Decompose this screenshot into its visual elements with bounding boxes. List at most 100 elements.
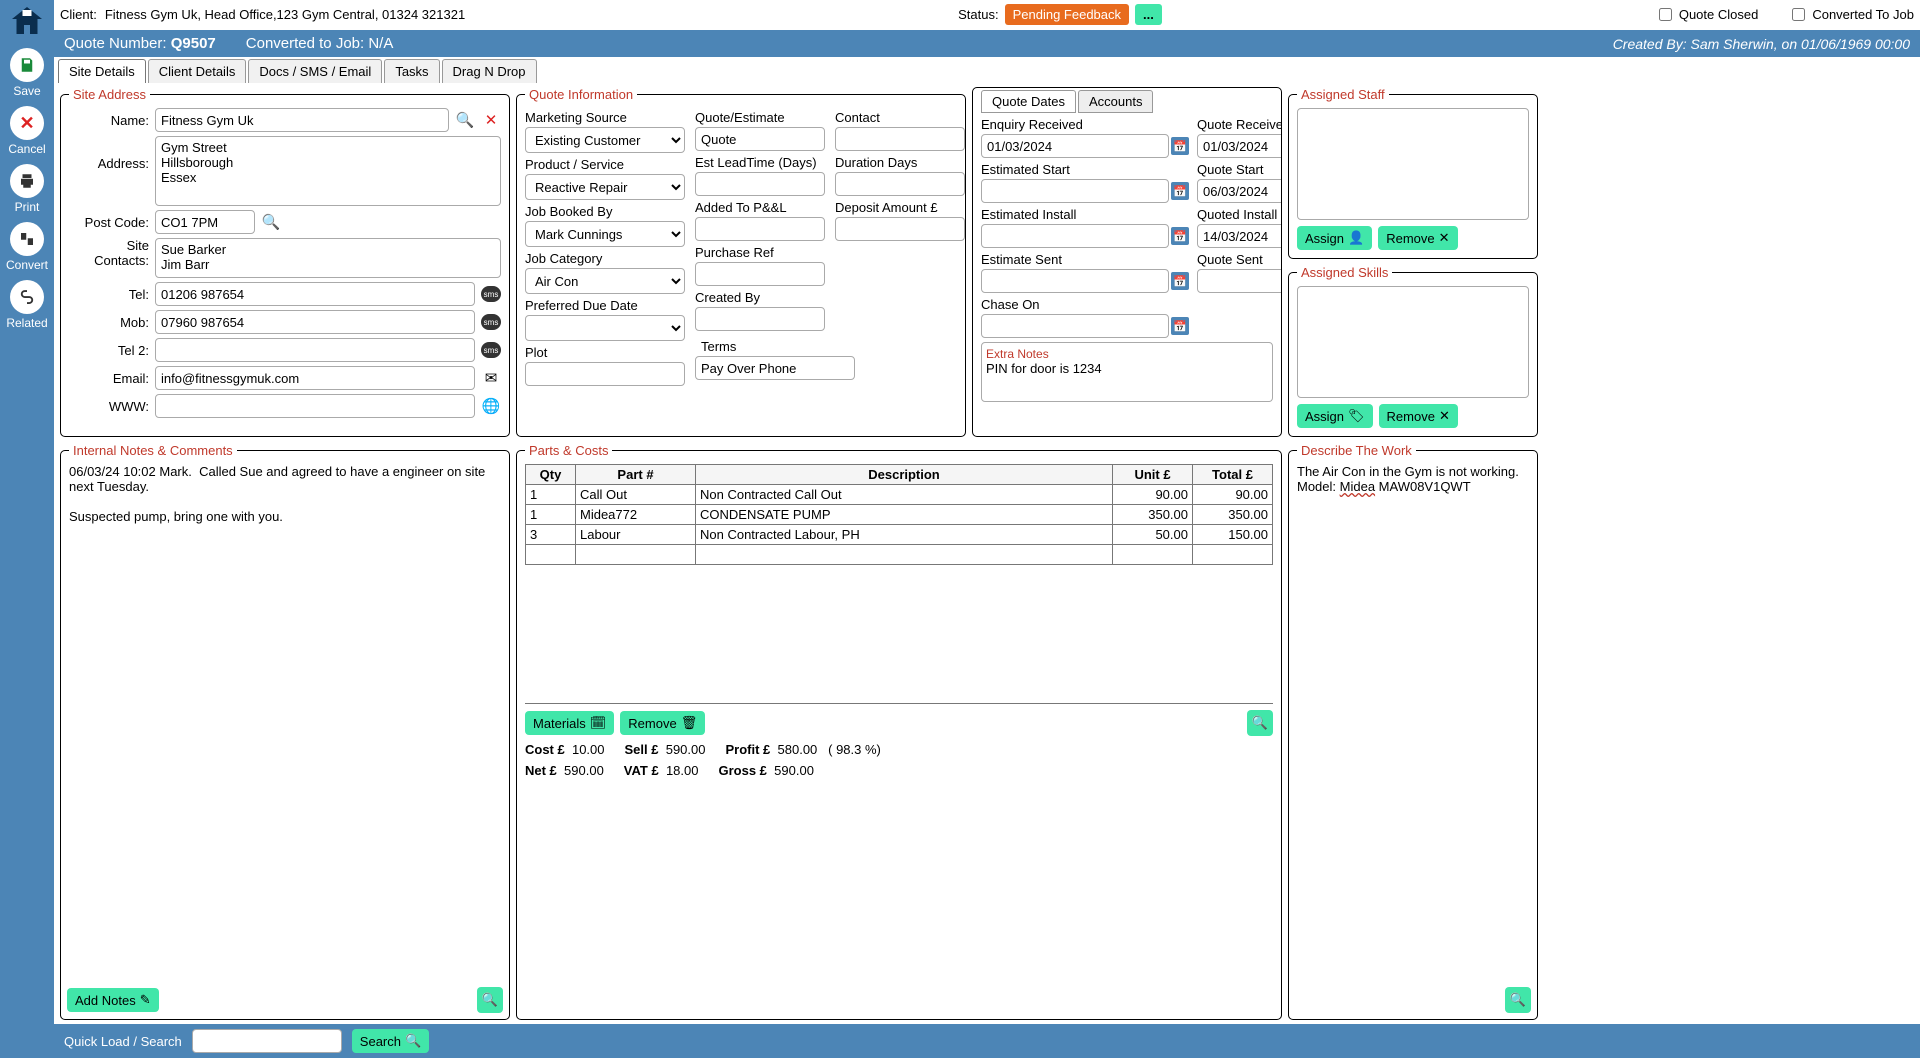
quote-start-input[interactable]	[1197, 179, 1282, 203]
quote-received-input[interactable]	[1197, 134, 1282, 158]
leadtime-input[interactable]	[695, 172, 825, 196]
related-button[interactable]: Related	[6, 280, 47, 330]
preferred-due-select[interactable]	[525, 315, 685, 341]
describe-text[interactable]: The Air Con in the Gym is not working. M…	[1297, 464, 1529, 494]
job-category-select[interactable]: Air Con	[525, 268, 685, 294]
postcode-search-icon[interactable]: 🔍	[261, 212, 281, 232]
parts-costs-panel: Parts & Costs Qty Part # Description Uni…	[516, 443, 1282, 1020]
tab-dragndrop[interactable]: Drag N Drop	[442, 59, 537, 83]
parts-table[interactable]: Qty Part # Description Unit £ Total £ 1C…	[525, 464, 1273, 565]
tab-tasks[interactable]: Tasks	[384, 59, 439, 83]
email-icon[interactable]: ✉	[481, 368, 501, 388]
add-notes-button[interactable]: Add Notes ✎	[67, 988, 159, 1012]
sms-icon[interactable]: sms	[481, 342, 501, 358]
table-row[interactable]	[526, 545, 1273, 565]
zoom-icon[interactable]: 🔍	[477, 987, 503, 1013]
site-address-input[interactable]: Gym Street Hillsborough Essex	[155, 136, 501, 206]
est-install-input[interactable]	[981, 224, 1169, 248]
quoted-install-input[interactable]	[1197, 224, 1282, 248]
product-service-select[interactable]: Reactive Repair	[525, 174, 685, 200]
status-label: Status:	[958, 7, 998, 22]
calendar-icon[interactable]: 📅	[1171, 317, 1189, 335]
tab-accounts[interactable]: Accounts	[1078, 90, 1153, 113]
quote-sent-input[interactable]	[1197, 269, 1282, 293]
save-button[interactable]: Save	[10, 48, 44, 98]
staff-list[interactable]	[1297, 108, 1529, 220]
site-contacts-input[interactable]: Sue Barker Jim Barr	[155, 238, 501, 278]
quote-estimate-input[interactable]	[695, 127, 825, 151]
quote-closed-checkbox[interactable]: Quote Closed	[1655, 5, 1759, 24]
deposit-input[interactable]	[835, 217, 965, 241]
quick-search-label: Quick Load / Search	[64, 1034, 182, 1049]
print-button[interactable]: Print	[10, 164, 44, 214]
search-icon[interactable]: 🔍	[455, 110, 475, 130]
table-row[interactable]: 1Call OutNon Contracted Call Out90.0090.…	[526, 485, 1273, 505]
sell-value: 590.00	[666, 742, 706, 757]
quote-info-bar: Quote Number: Q9507 Converted to Job: N/…	[54, 30, 1920, 57]
enquiry-received-input[interactable]	[981, 134, 1169, 158]
search-button[interactable]: Search 🔍	[352, 1029, 429, 1053]
calendar-icon[interactable]: 📅	[1171, 182, 1189, 200]
email-input[interactable]	[155, 366, 475, 390]
clear-icon[interactable]: ✕	[481, 110, 501, 130]
contact-input[interactable]	[835, 127, 965, 151]
table-row[interactable]: 1Midea772CONDENSATE PUMP350.00350.00	[526, 505, 1273, 525]
www-input[interactable]	[155, 394, 475, 418]
cost-value: 10.00	[572, 742, 605, 757]
est-sent-input[interactable]	[981, 269, 1169, 293]
profit-value: 580.00	[778, 742, 818, 757]
created-by-text: Created By: Sam Sherwin, on 01/06/1969 0…	[1613, 36, 1910, 52]
tel2-input[interactable]	[155, 338, 475, 362]
gross-value: 590.00	[774, 763, 814, 778]
zoom-icon[interactable]: 🔍	[1247, 710, 1273, 736]
assign-staff-button[interactable]: Assign 👤	[1297, 226, 1372, 250]
remove-skill-button[interactable]: Remove ✕	[1379, 404, 1458, 428]
calendar-icon[interactable]: 📅	[1171, 137, 1189, 155]
describe-work-panel: Describe The Work The Air Con in the Gym…	[1288, 443, 1538, 1020]
materials-button[interactable]: Materials 🗓	[525, 711, 614, 735]
purchase-ref-input[interactable]	[695, 262, 825, 286]
calendar-icon[interactable]: 📅	[1171, 272, 1189, 290]
tab-docs[interactable]: Docs / SMS / Email	[248, 59, 382, 83]
assign-skill-button[interactable]: Assign 🏷	[1297, 404, 1373, 428]
created-by-input[interactable]	[695, 307, 825, 331]
globe-icon[interactable]: 🌐	[481, 396, 501, 416]
status-more-button[interactable]: ...	[1135, 4, 1162, 25]
tab-site-details[interactable]: Site Details	[58, 59, 146, 83]
terms-input[interactable]	[695, 356, 855, 380]
converted-job-checkbox[interactable]: Converted To Job	[1788, 5, 1914, 24]
left-toolbar: Save ✕ Cancel Print Convert Related	[0, 0, 54, 1058]
plot-input[interactable]	[525, 362, 685, 386]
extra-notes-box[interactable]: Extra Notes PIN for door is 1234	[981, 342, 1273, 402]
postcode-input[interactable]	[155, 210, 255, 234]
chase-on-input[interactable]	[981, 314, 1169, 338]
tab-client-details[interactable]: Client Details	[148, 59, 247, 83]
quote-number: Q9507	[171, 35, 216, 52]
duration-input[interactable]	[835, 172, 965, 196]
mob-input[interactable]	[155, 310, 475, 334]
logo-icon	[9, 4, 45, 40]
convert-button[interactable]: Convert	[6, 222, 48, 272]
job-booked-by-select[interactable]: Mark Cunnings	[525, 221, 685, 247]
skills-list[interactable]	[1297, 286, 1529, 398]
remove-part-button[interactable]: Remove 🗑	[620, 711, 705, 735]
quick-search-input[interactable]	[192, 1029, 342, 1053]
bottom-bar: Quick Load / Search Search 🔍	[54, 1024, 1920, 1058]
zoom-icon[interactable]: 🔍	[1505, 987, 1531, 1013]
table-row[interactable]: 3LabourNon Contracted Labour, PH50.00150…	[526, 525, 1273, 545]
calendar-icon[interactable]: 📅	[1171, 227, 1189, 245]
tel-input[interactable]	[155, 282, 475, 306]
site-name-input[interactable]	[155, 108, 449, 132]
sms-icon[interactable]: sms	[481, 286, 501, 302]
marketing-source-select[interactable]: Existing Customer	[525, 127, 685, 153]
remove-staff-button[interactable]: Remove ✕	[1378, 226, 1457, 250]
status-badge[interactable]: Pending Feedback	[1005, 4, 1129, 25]
cancel-button[interactable]: ✕ Cancel	[8, 106, 45, 156]
notes-textarea[interactable]: 06/03/24 10:02 Mark. Called Sue and agre…	[69, 464, 501, 975]
site-address-panel: Site Address Name: 🔍 ✕ Address: Gym Stre…	[60, 87, 510, 437]
tab-quote-dates[interactable]: Quote Dates	[981, 90, 1076, 113]
pandl-input[interactable]	[695, 217, 825, 241]
sms-icon[interactable]: sms	[481, 314, 501, 330]
internal-notes-panel: Internal Notes & Comments 06/03/24 10:02…	[60, 443, 510, 1020]
est-start-input[interactable]	[981, 179, 1169, 203]
